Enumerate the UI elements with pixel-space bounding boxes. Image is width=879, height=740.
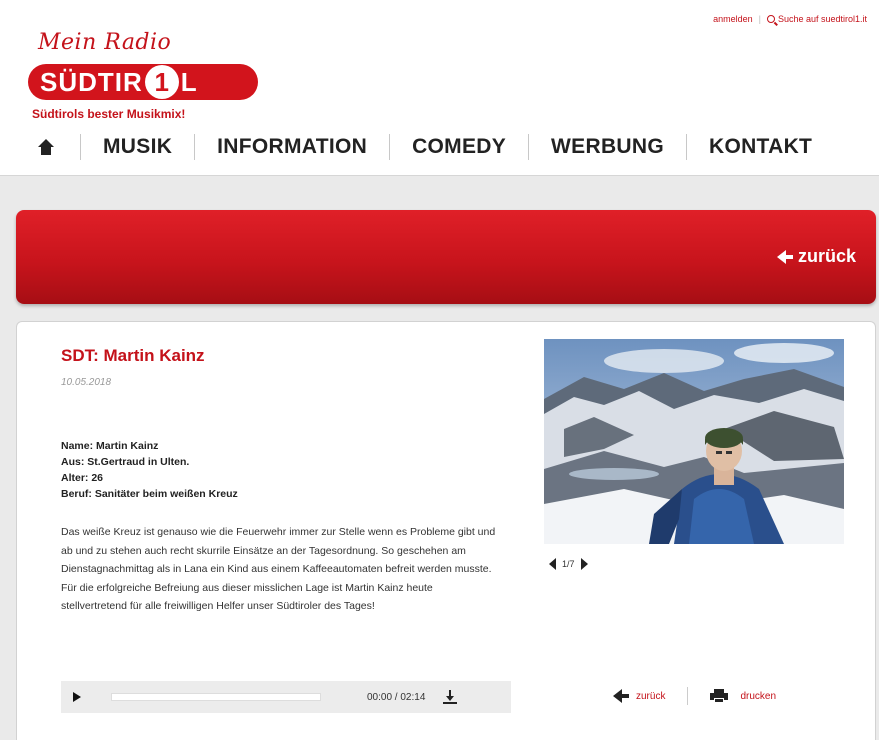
banner-back-button[interactable]: zurück xyxy=(776,246,856,267)
login-link[interactable]: anmelden xyxy=(713,14,753,24)
actions-divider xyxy=(687,687,689,705)
fact-name: Name: Martin Kainz xyxy=(61,440,159,452)
fact-job: Beruf: Sanitäter beim weißen Kreuz xyxy=(61,488,238,500)
logo[interactable]: Mein Radio SÜDTIR 1 L Südtirols bester M… xyxy=(28,30,268,130)
nav-item-musik[interactable]: MUSIK xyxy=(80,134,194,160)
print-button[interactable]: drucken xyxy=(710,689,776,703)
logo-one: 1 xyxy=(144,65,179,99)
nav-item-comedy[interactable]: COMEDY xyxy=(389,134,528,160)
audio-player: 00:00 / 02:14 xyxy=(61,681,511,713)
top-links-separator: | xyxy=(758,14,761,24)
logo-script: Mein Radio xyxy=(38,30,172,55)
logo-word-left: SÜDTIR xyxy=(40,66,143,97)
home-icon-roof xyxy=(38,139,54,147)
download-icon-head xyxy=(446,696,455,701)
download-icon[interactable] xyxy=(443,690,458,704)
article-actions: zurück drucken xyxy=(613,687,776,705)
page: anmelden | Suche auf suedtirol1.it Mein … xyxy=(0,0,879,740)
fact-origin: Aus: St.Gertraud in Ulten. xyxy=(61,456,190,468)
printer-icon-paper xyxy=(714,698,725,703)
nav-item-werbung[interactable]: WERBUNG xyxy=(528,134,686,160)
fact-age: Alter: 26 xyxy=(61,472,104,484)
download-icon-tray xyxy=(443,702,458,704)
photo-mountain-portrait xyxy=(544,339,844,544)
audio-time: 00:00 / 02:14 xyxy=(367,691,426,703)
back-button-label: zurück xyxy=(636,690,666,702)
logo-wordmark: SÜDTIR 1 L xyxy=(28,64,258,100)
play-icon[interactable] xyxy=(73,692,81,702)
top-links: anmelden | Suche auf suedtirol1.it xyxy=(713,14,867,24)
audio-progress-bar[interactable] xyxy=(111,693,321,701)
site-header: anmelden | Suche auf suedtirol1.it Mein … xyxy=(0,0,879,176)
search-link[interactable]: Suche auf suedtirol1.it xyxy=(766,14,867,24)
banner-back-label: zurück xyxy=(797,246,856,266)
article-card: SDT: Martin Kainz 10.05.2018 Name: Marti… xyxy=(16,321,876,740)
search-link-label[interactable]: Suche auf suedtirol1.it xyxy=(778,14,867,24)
gallery-pager-count: 1/7 xyxy=(562,559,575,569)
logo-tagline: Südtirols bester Musikmix! xyxy=(32,107,186,121)
print-button-label: drucken xyxy=(740,690,777,702)
prev-image-icon[interactable] xyxy=(549,558,556,570)
article-title: SDT: Martin Kainz xyxy=(61,346,205,365)
arrow-left-icon xyxy=(776,249,793,264)
printer-icon xyxy=(710,689,729,703)
article-facts: Name: Martin Kainz Aus: St.Gertraud in U… xyxy=(61,438,238,502)
back-button[interactable]: zurück xyxy=(613,689,665,703)
search-icon xyxy=(766,15,775,23)
nav-item-information[interactable]: INFORMATION xyxy=(194,134,389,160)
article-photo[interactable] xyxy=(544,339,844,544)
home-icon[interactable] xyxy=(38,139,54,155)
logo-word-right: L xyxy=(180,66,198,97)
gallery-pager: 1/7 xyxy=(549,558,588,570)
main-nav: MUSIK INFORMATION COMEDY WERBUNG KONTAKT xyxy=(38,133,834,161)
arrow-left-icon xyxy=(613,689,629,703)
nav-item-kontakt[interactable]: KONTAKT xyxy=(685,134,834,160)
article-body: Das weiße Kreuz ist genauso wie die Feue… xyxy=(61,526,496,612)
home-icon-base xyxy=(41,147,51,155)
red-banner: zurück xyxy=(16,210,876,304)
next-image-icon[interactable] xyxy=(580,558,588,570)
article-date: 10.05.2018 xyxy=(61,377,112,388)
